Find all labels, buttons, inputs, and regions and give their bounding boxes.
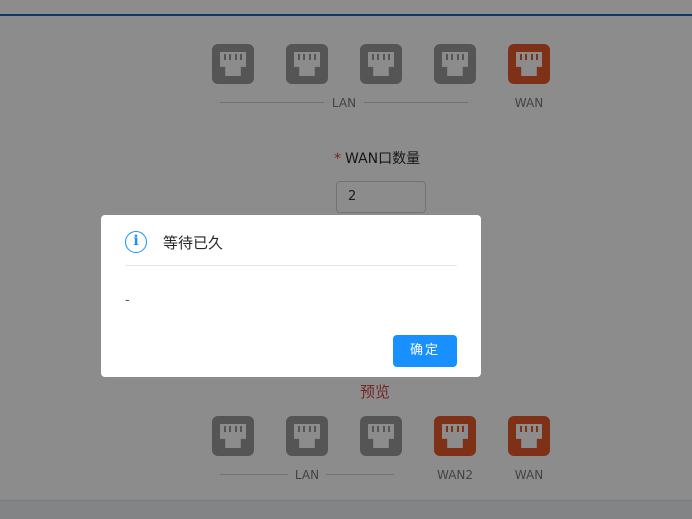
modal-header: i 等待已久 <box>125 231 457 266</box>
info-icon: i <box>125 231 147 253</box>
confirm-button[interactable]: 确定 <box>393 335 457 367</box>
modal-content: - <box>125 293 130 308</box>
info-modal: i 等待已久 - 确定 <box>101 215 481 377</box>
modal-title: 等待已久 <box>163 234 224 252</box>
